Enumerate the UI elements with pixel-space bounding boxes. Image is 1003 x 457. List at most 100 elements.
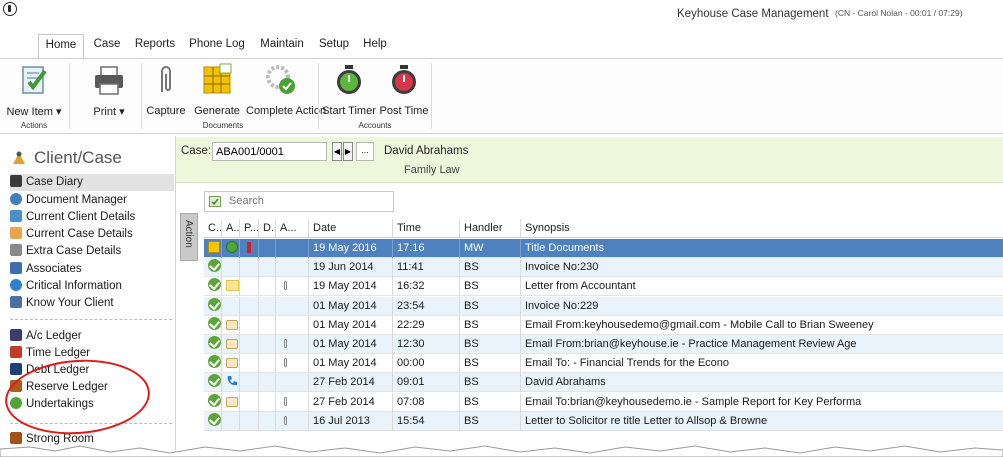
- col-header-synopsis[interactable]: Synopsis: [521, 219, 1003, 238]
- cell-c: [204, 277, 222, 297]
- start-timer-button[interactable]: Start Timer: [320, 59, 378, 119]
- cell-time: 15:54: [393, 411, 460, 431]
- table-row[interactable]: 01 May 2014 22:29 BS Email From:keyhousedem…: [204, 315, 1003, 335]
- col-header-att[interactable]: A...: [276, 219, 309, 238]
- email-icon: [226, 319, 238, 330]
- title-bar: Keyhouse Case Management (CN - Carol Nol…: [0, 0, 1003, 30]
- table-row[interactable]: 19 May 2016 17:16 MW Title Documents: [204, 239, 1003, 258]
- case-lookup-button[interactable]: ...: [356, 142, 374, 161]
- table-row[interactable]: 16 Jul 2013 15:54 BS Letter to Solicitor re…: [204, 411, 1003, 431]
- nav-item-ac-ledger[interactable]: A/c Ledger: [10, 328, 174, 345]
- complete-action-button[interactable]: Complete Action: [246, 59, 327, 119]
- cell-date: 27 Feb 2014: [309, 392, 393, 412]
- complete-action-label: Complete Action: [246, 105, 327, 117]
- grid-status-icon: [208, 241, 220, 253]
- cell-time: 12:30: [393, 335, 460, 354]
- cell-d: [259, 373, 276, 393]
- associates-icon: [10, 262, 22, 274]
- action-side-tab[interactable]: Action: [180, 213, 198, 261]
- table-row[interactable]: 27 Feb 2014 09:01 BS David Abrahams: [204, 373, 1003, 393]
- tab-case[interactable]: Case: [89, 34, 125, 58]
- cell-date: 01 May 2014: [309, 315, 393, 335]
- complete-check-icon: [208, 336, 221, 349]
- post-time-button[interactable]: Post Time: [378, 59, 430, 119]
- ribbon-separator: [141, 63, 142, 129]
- tab-home[interactable]: Home: [38, 34, 84, 58]
- cell-a: [222, 392, 240, 412]
- cell-date: 16 Jul 2013: [309, 411, 393, 431]
- app-title: Keyhouse Case Management: [677, 8, 829, 20]
- nav-item-document-manager[interactable]: Document Manager: [10, 192, 174, 209]
- cell-handler: BS: [460, 315, 521, 335]
- nav-item-know-your-client[interactable]: Know Your Client: [10, 295, 174, 312]
- col-header-c[interactable]: C...: [204, 219, 222, 238]
- cell-synopsis: Invoice No:230: [525, 261, 599, 274]
- tab-maintain[interactable]: Maintain: [255, 34, 309, 58]
- cell-a: [222, 315, 240, 335]
- cell-a: [222, 354, 240, 374]
- cell-handler: BS: [460, 258, 521, 278]
- case-number-field[interactable]: [212, 142, 327, 161]
- tab-phone-log[interactable]: Phone Log: [186, 34, 248, 58]
- cell-p: [240, 373, 259, 393]
- search-input[interactable]: [229, 195, 389, 207]
- cell-a: [222, 373, 240, 393]
- tab-setup[interactable]: Setup: [315, 34, 353, 58]
- col-header-d[interactable]: D..: [259, 219, 276, 238]
- nav-item-critical-information[interactable]: Critical Information: [10, 278, 174, 295]
- nav-item-current-case-details[interactable]: Current Case Details: [10, 226, 174, 243]
- cell-time: 16:32: [393, 277, 460, 297]
- table-row[interactable]: 27 Feb 2014 07:08 BS Email To:brian@keyhous…: [204, 392, 1003, 412]
- col-header-time[interactable]: Time: [393, 219, 460, 238]
- nav-item-extra-case-details[interactable]: Extra Case Details: [10, 243, 174, 260]
- cell-d: [259, 335, 276, 354]
- client-case-icon: [13, 151, 25, 164]
- nav-item-current-client-details[interactable]: Current Client Details: [10, 209, 174, 226]
- cell-synopsis: Email From:keyhousedemo@gmail.com - Mobi…: [525, 318, 874, 331]
- case-type: Family Law: [404, 164, 460, 176]
- cell-date: 19 May 2014: [309, 277, 393, 297]
- note-icon: [226, 280, 239, 292]
- tab-reports[interactable]: Reports: [131, 34, 179, 58]
- col-header-a[interactable]: A...: [222, 219, 240, 238]
- nav-item-case-diary[interactable]: Case Diary: [10, 174, 174, 191]
- cell-synopsis: Title Documents: [525, 242, 605, 254]
- cell-c: [204, 411, 222, 431]
- cell-a: [222, 411, 240, 431]
- cell-c: [204, 373, 222, 393]
- extra-details-icon: [10, 244, 22, 256]
- generate-button[interactable]: Generate: [188, 59, 246, 119]
- table-row[interactable]: 01 May 2014 23:54 BS Invoice No:229: [204, 296, 1003, 316]
- table-row[interactable]: 19 May 2014 16:32 BS Letter from Accountant: [204, 277, 1003, 297]
- next-case-arrow-icon[interactable]: ▶: [343, 142, 353, 161]
- case-header: Case: ◀ ▶ ... David Abrahams Family Law: [176, 137, 1003, 183]
- new-item-button[interactable]: New Item ▾: [0, 59, 68, 119]
- table-row[interactable]: 19 Jun 2014 11:41 BS Invoice No:230: [204, 258, 1003, 278]
- nav-item-associates[interactable]: Associates: [10, 261, 174, 278]
- attachment-icon: [284, 415, 287, 425]
- complete-check-icon: [208, 316, 221, 330]
- col-header-date[interactable]: Date: [309, 219, 393, 238]
- tab-help[interactable]: Help: [359, 34, 391, 58]
- cell-handler: MW: [460, 239, 521, 258]
- print-button[interactable]: Print ▾: [78, 59, 140, 119]
- table-row[interactable]: 01 May 2014 12:30 BS Email From:brian@keyho…: [204, 335, 1003, 354]
- cell-date: 27 Feb 2014: [309, 373, 393, 393]
- cell-time: 09:01: [393, 373, 460, 393]
- previous-case-arrow-icon[interactable]: ◀: [332, 142, 342, 161]
- capture-button[interactable]: Capture: [144, 59, 188, 119]
- new-item-icon: [22, 66, 47, 94]
- cell-d: [259, 354, 276, 374]
- app-logo-icon[interactable]: [3, 2, 17, 16]
- table-row[interactable]: 01 May 2014 00:00 BS Email To: - Financial …: [204, 354, 1003, 374]
- cell-p: [240, 392, 259, 412]
- attachment-icon: [284, 339, 287, 348]
- col-header-handler[interactable]: Handler: [460, 219, 521, 238]
- cell-handler: BS: [460, 392, 521, 412]
- complete-check-icon: [208, 374, 221, 388]
- cell-att: [276, 277, 309, 297]
- print-label: Print ▾: [93, 106, 125, 118]
- ribbon-separator: [69, 63, 70, 129]
- info-icon: [10, 279, 22, 291]
- col-header-p[interactable]: P...: [240, 219, 259, 238]
